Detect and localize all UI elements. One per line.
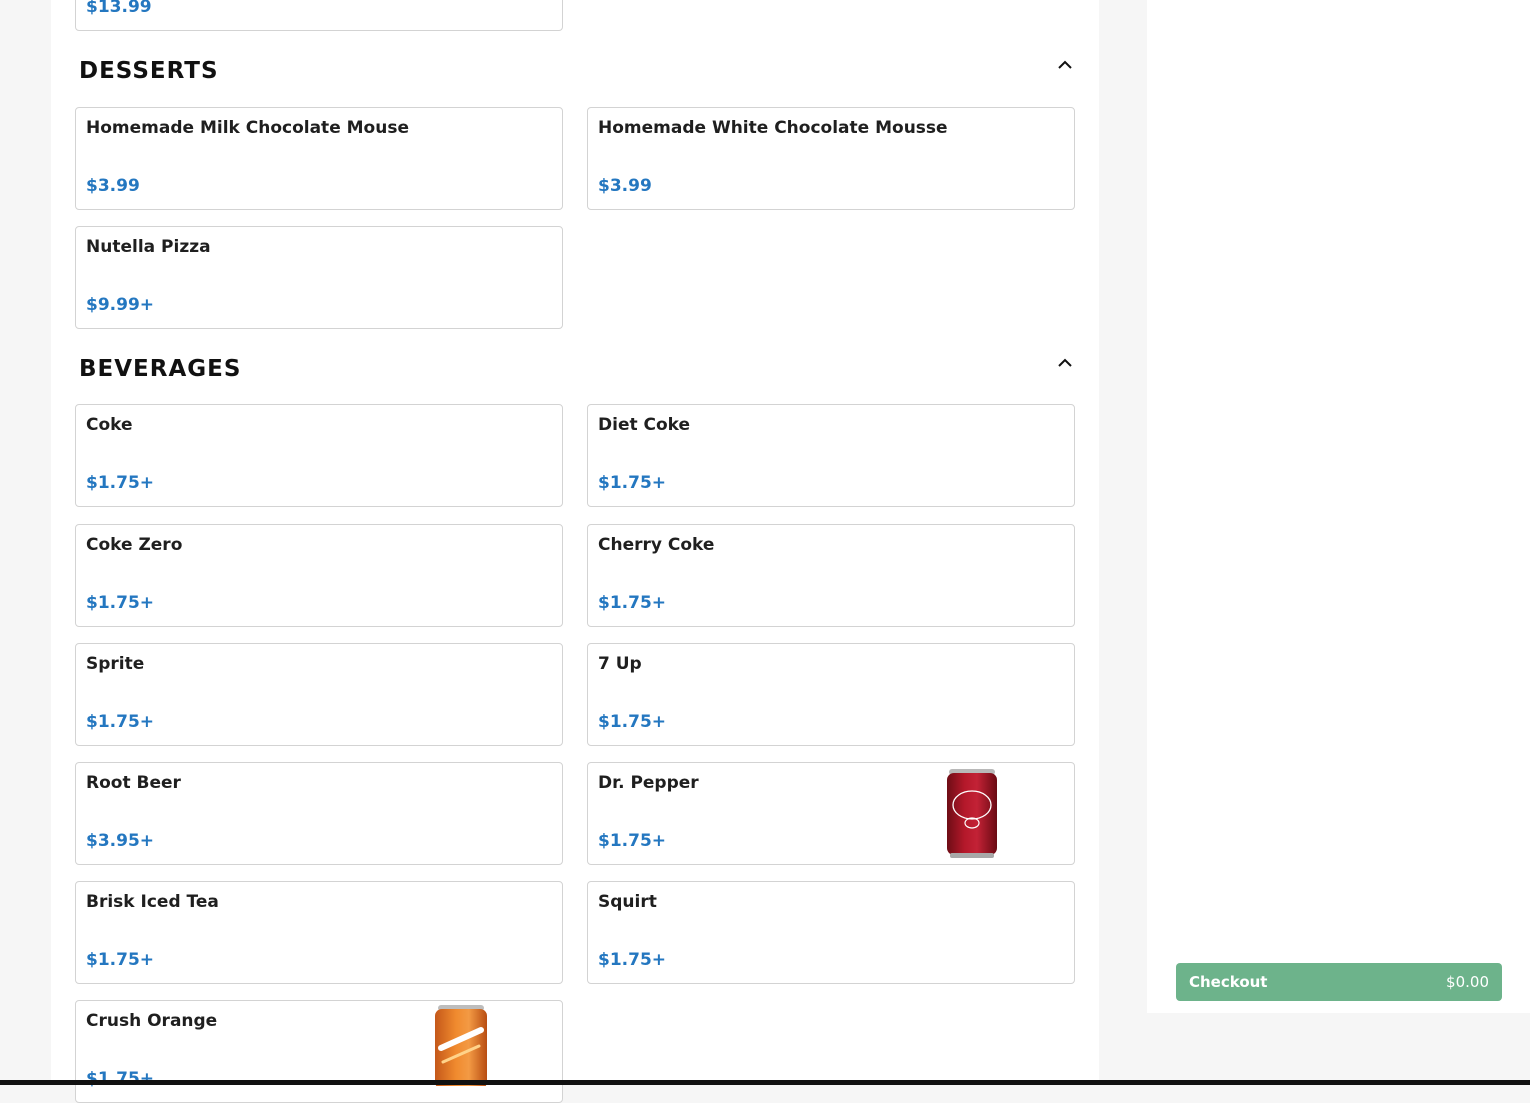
item-price: $1.75+ [598, 593, 667, 613]
item-name: Cherry Coke [598, 535, 715, 555]
cart-sidebar [1147, 0, 1530, 1013]
item-price: $1.75+ [86, 1069, 155, 1089]
item-name: Homemade Milk Chocolate Mouse [86, 118, 409, 138]
item-name: Coke [86, 415, 133, 435]
menu-item-card[interactable]: Squirt $1.75+ [587, 881, 1075, 984]
menu-item-card[interactable]: Brisk Iced Tea $1.75+ [75, 881, 563, 984]
item-price: $1.75+ [86, 593, 155, 613]
item-price: $1.75+ [86, 473, 155, 493]
menu-item-card[interactable]: Homemade White Chocolate Mousse $3.99 [587, 107, 1075, 210]
checkout-button[interactable]: Checkout $0.00 [1176, 963, 1502, 1001]
item-name: Diet Coke [598, 415, 691, 435]
dr-pepper-can-image [947, 769, 997, 858]
bottom-edge-bar [0, 1080, 1530, 1085]
menu-item-card[interactable]: Homemade Milk Chocolate Mouse $3.99 [75, 107, 563, 210]
menu-item-card[interactable]: Coke Zero $1.75+ [75, 524, 563, 627]
item-name: Brisk Iced Tea [86, 892, 219, 912]
item-name: Root Beer [86, 773, 181, 793]
item-name: Dr. Pepper [598, 773, 699, 793]
menu-item-card[interactable]: Sprite $1.75+ [75, 643, 563, 746]
item-price: $3.99 [86, 176, 140, 196]
menu-item-card[interactable]: Cherry Coke $1.75+ [587, 524, 1075, 627]
menu-item-card[interactable]: Coke $1.75+ [75, 404, 563, 507]
item-price: $1.75+ [86, 712, 155, 732]
section-title-beverages: BEVERAGES [79, 356, 242, 382]
checkout-label: Checkout [1189, 973, 1268, 991]
menu-item-card[interactable]: Crush Orange $1.75+ [75, 1000, 563, 1103]
item-name: Homemade White Chocolate Mousse [598, 118, 948, 138]
item-price: $9.99+ [86, 295, 155, 315]
item-name: Nutella Pizza [86, 237, 211, 257]
item-price: $3.95+ [86, 831, 155, 851]
item-price: $13.99 [86, 0, 152, 17]
menu-item-card[interactable]: Dr. Pepper $1.75+ [587, 762, 1075, 865]
item-name: Squirt [598, 892, 657, 912]
item-price: $1.75+ [598, 712, 667, 732]
item-price: $1.75+ [598, 831, 667, 851]
chevron-up-icon[interactable] [1056, 357, 1074, 369]
menu-item-card[interactable]: Diet Coke $1.75+ [587, 404, 1075, 507]
menu-item-card[interactable]: $13.99 [75, 0, 563, 31]
item-name: Coke Zero [86, 535, 183, 555]
item-price: $1.75+ [598, 950, 667, 970]
menu-item-card[interactable]: 7 Up $1.75+ [587, 643, 1075, 746]
crush-orange-can-image [435, 1005, 487, 1086]
item-name: Sprite [86, 654, 145, 674]
checkout-total: $0.00 [1446, 973, 1489, 991]
item-price: $1.75+ [86, 950, 155, 970]
menu-item-card[interactable]: Nutella Pizza $9.99+ [75, 226, 563, 329]
item-price: $3.99 [598, 176, 652, 196]
item-name: 7 Up [598, 654, 642, 674]
item-price: $1.75+ [598, 473, 667, 493]
item-name: Crush Orange [86, 1011, 218, 1031]
chevron-up-icon[interactable] [1056, 59, 1074, 71]
section-title-desserts: DESSERTS [79, 58, 219, 84]
menu-item-card[interactable]: Root Beer $3.95+ [75, 762, 563, 865]
